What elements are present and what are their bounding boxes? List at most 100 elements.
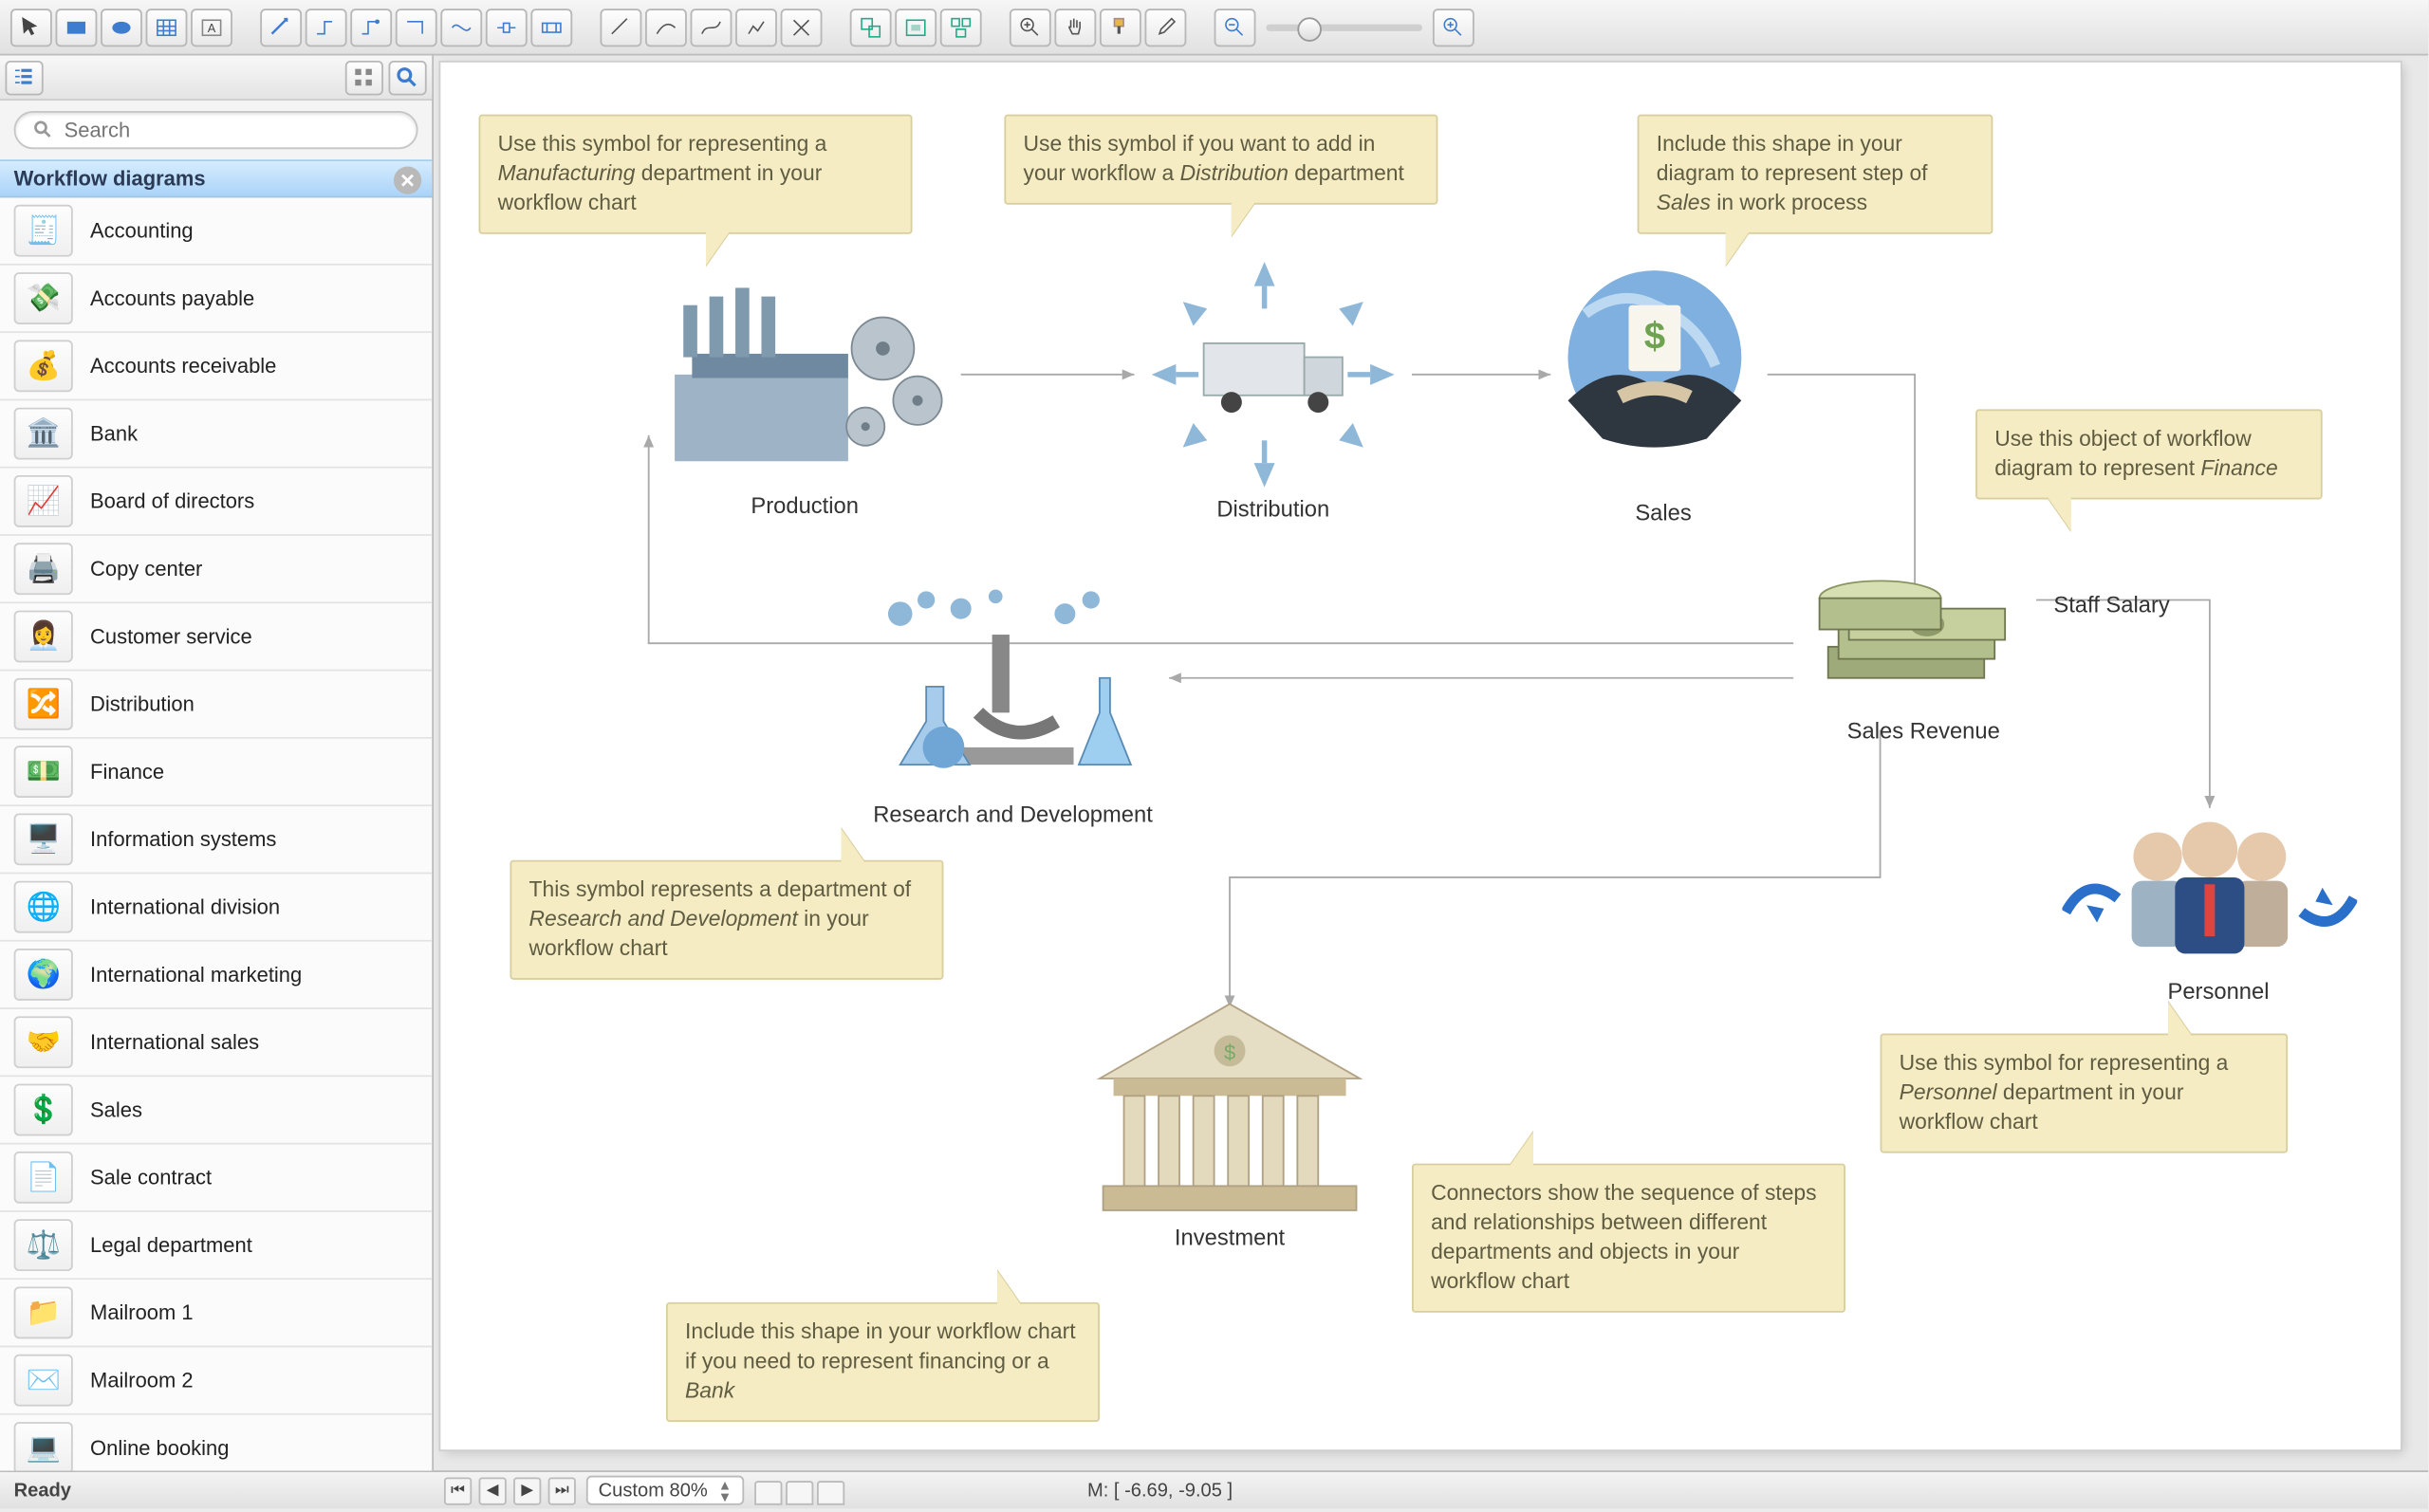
stencil-item-finance[interactable]: 💵Finance	[0, 739, 432, 806]
tree-view-button[interactable]	[5, 60, 43, 95]
stencil-item-label: Legal department	[90, 1233, 252, 1258]
page-tab-1[interactable]	[754, 1481, 782, 1505]
connector-7-button[interactable]	[530, 8, 572, 46]
stencil-icon: 📄	[14, 1152, 73, 1204]
stencil-item-international-sales[interactable]: 🤝International sales	[0, 1009, 432, 1077]
stencil-item-legal-department[interactable]: ⚖️Legal department	[0, 1212, 432, 1280]
stencil-icon: 🖨️	[14, 543, 73, 595]
stencil-icon: 👩‍💼	[14, 610, 73, 662]
sales-shape[interactable]: $	[1542, 262, 1768, 470]
sidebar-search[interactable]	[14, 111, 418, 149]
canvas-scroll[interactable]: Production	[434, 55, 2428, 1470]
pan-tool-button[interactable]	[1054, 8, 1096, 46]
paint-tool-button[interactable]	[1100, 8, 1141, 46]
stencil-item-online-booking[interactable]: 💻Online booking	[0, 1415, 432, 1470]
stencil-item-label: Mailroom 2	[90, 1368, 194, 1392]
search-input[interactable]	[65, 118, 399, 142]
zoom-slider[interactable]	[1266, 24, 1422, 30]
search-toggle-button[interactable]	[388, 60, 426, 95]
group-2-button[interactable]	[895, 8, 936, 46]
investment-shape[interactable]: $	[1083, 995, 1378, 1221]
connector-3-button[interactable]	[350, 8, 392, 46]
stencil-item-information-systems[interactable]: 🖥️Information systems	[0, 806, 432, 874]
stencil-item-accounting[interactable]: 🧾Accounting	[0, 197, 432, 265]
line-2-button[interactable]	[645, 8, 687, 46]
line-5-button[interactable]	[781, 8, 823, 46]
app-window: A	[0, 0, 2428, 1508]
rnd-label: Research and Development	[848, 802, 1177, 827]
distribution-shape[interactable]	[1135, 253, 1412, 496]
callout-connectors: Connectors show the sequence of steps an…	[1412, 1164, 1845, 1312]
stencil-item-bank[interactable]: 🏛️Bank	[0, 400, 432, 468]
stencil-icon: 💻	[14, 1422, 73, 1470]
page-first-button[interactable]: ⏮	[444, 1477, 472, 1504]
stencil-item-mailroom-1[interactable]: 📁Mailroom 1	[0, 1280, 432, 1347]
page-last-button[interactable]: ⏭	[548, 1477, 576, 1504]
zoom-in-button[interactable]	[1433, 8, 1474, 46]
mouse-coordinates: M: [ -6.69, -9.05 ]	[1087, 1480, 1233, 1501]
page-tabs	[754, 1476, 844, 1505]
zoom-in-tool-button[interactable]	[1010, 8, 1051, 46]
pointer-tool-button[interactable]	[10, 8, 52, 46]
rect-tool-button[interactable]	[55, 8, 97, 46]
stencil-icon: 💰	[14, 340, 73, 392]
stencil-item-board-of-directors[interactable]: 📈 Board of directors	[0, 469, 432, 536]
line-4-button[interactable]	[735, 8, 777, 46]
connector-4-button[interactable]	[396, 8, 437, 46]
callout-sales: Include this shape in your diagram to re…	[1638, 115, 1993, 233]
sales-revenue-shape[interactable]	[1810, 574, 2018, 721]
pager: ⏮ ◀ ▶ ⏭	[444, 1477, 576, 1504]
connector-6-button[interactable]	[486, 8, 528, 46]
stencil-item-distribution[interactable]: 🔀Distribution	[0, 671, 432, 738]
page-prev-button[interactable]: ◀	[479, 1477, 507, 1504]
sales-revenue-label: Sales Revenue	[1828, 718, 2019, 744]
stencil-item-customer-service[interactable]: 👩‍💼 Customer service	[0, 603, 432, 671]
rnd-shape[interactable]	[857, 582, 1152, 790]
panel-close-button[interactable]: ✕	[394, 166, 421, 194]
stencil-item-label: Board of directors	[90, 489, 254, 513]
zoom-readout-label: Custom 80%	[599, 1480, 708, 1501]
stencil-list[interactable]: 🧾Accounting💸Accounts payable💰Accounts re…	[0, 197, 432, 1470]
stencil-icon: 🌍	[14, 949, 73, 1001]
production-label: Production	[701, 492, 909, 518]
stencil-icon: 📈	[14, 475, 73, 527]
callout-production: Use this symbol for representing a Manuf…	[479, 115, 913, 233]
group-3-button[interactable]	[940, 8, 982, 46]
ellipse-tool-button[interactable]	[101, 8, 142, 46]
group-1-button[interactable]	[850, 8, 892, 46]
eyedropper-tool-button[interactable]	[1144, 8, 1186, 46]
stencil-item-copy-center[interactable]: 🖨️Copy center	[0, 536, 432, 603]
stencil-item-label: Finance	[90, 760, 164, 784]
connector-1-button[interactable]	[260, 8, 302, 46]
stencil-item-accounts-receivable[interactable]: 💰Accounts receivable	[0, 333, 432, 400]
zoom-stepper-icon[interactable]: ▲▼	[718, 1478, 732, 1503]
table-tool-button[interactable]	[146, 8, 188, 46]
grid-view-button[interactable]	[345, 60, 383, 95]
line-1-button[interactable]	[600, 8, 641, 46]
page[interactable]: Production	[440, 63, 2401, 1449]
stencil-item-international-division[interactable]: 🌐International division	[0, 874, 432, 941]
callout-bank: Include this shape in your workflow char…	[666, 1302, 1100, 1421]
page-next-button[interactable]: ▶	[513, 1477, 541, 1504]
zoom-out-button[interactable]	[1214, 8, 1256, 46]
stencil-item-mailroom-2[interactable]: ✉️Mailroom 2	[0, 1347, 432, 1414]
text-tool-button[interactable]: A	[191, 8, 232, 46]
personnel-shape[interactable]	[2062, 808, 2357, 982]
page-tab-2[interactable]	[786, 1481, 813, 1505]
svg-text:$: $	[1224, 1041, 1235, 1064]
investment-label: Investment	[1143, 1225, 1317, 1250]
zoom-readout[interactable]: Custom 80% ▲▼	[586, 1476, 744, 1505]
stencil-item-label: Information systems	[90, 827, 276, 852]
connector-2-button[interactable]	[306, 8, 347, 46]
stencil-item-international-marketing[interactable]: 🌍International marketing	[0, 942, 432, 1009]
callout-finance: Use this object of workflow diagram to r…	[1975, 409, 2323, 499]
production-shape[interactable]	[658, 270, 953, 478]
stencil-icon: 💲	[14, 1084, 73, 1136]
stencil-item-sales[interactable]: 💲Sales	[0, 1077, 432, 1144]
connector-5-button[interactable]	[440, 8, 482, 46]
page-tab-3[interactable]	[817, 1481, 844, 1505]
stencil-item-label: Customer service	[90, 624, 252, 649]
stencil-item-sale-contract[interactable]: 📄Sale contract	[0, 1144, 432, 1211]
stencil-item-accounts-payable[interactable]: 💸Accounts payable	[0, 266, 432, 333]
line-3-button[interactable]	[691, 8, 732, 46]
